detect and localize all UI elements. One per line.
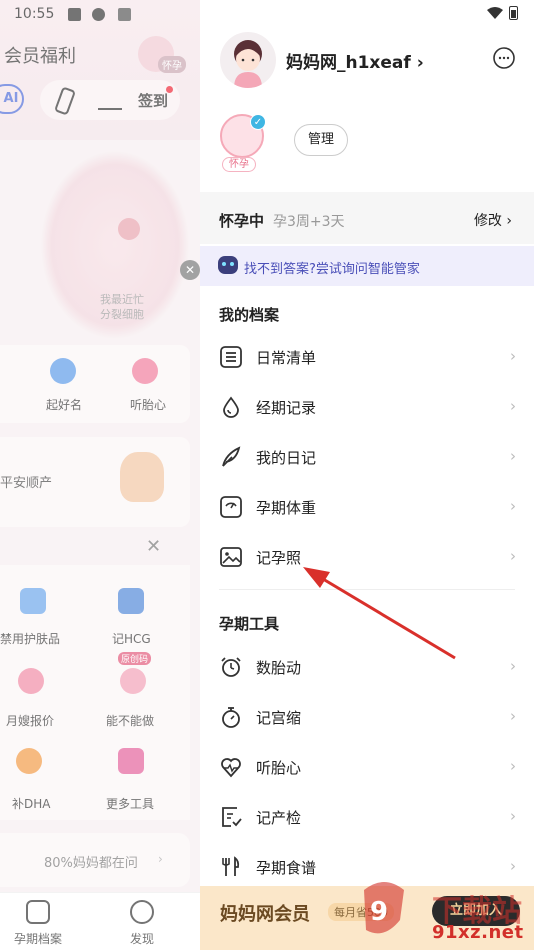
battery-icon xyxy=(509,6,518,20)
chevron-right-icon: › xyxy=(510,707,516,725)
menu-item-fetal-heart[interactable]: 听胎心 › xyxy=(200,744,534,790)
pregnancy-week: 孕3周+3天 xyxy=(273,214,345,230)
chat-icon[interactable] xyxy=(492,46,516,70)
menu-item-kick-count[interactable]: 数胎动 › xyxy=(200,644,534,690)
menu-item-label: 日常清单 xyxy=(256,349,317,367)
menu-item-label: 听胎心 xyxy=(256,759,302,777)
stopwatch-icon xyxy=(222,707,240,728)
edit-button[interactable]: 修改 › xyxy=(474,210,512,230)
check-icon: ✓ xyxy=(250,114,266,130)
drop-icon xyxy=(223,396,239,418)
scale-icon xyxy=(220,496,242,518)
photo-icon xyxy=(220,547,242,567)
chevron-right-icon: › xyxy=(510,347,516,365)
side-drawer: 妈妈网_h1xeaf › ✓ 怀孕 管理 怀孕中 孕3周+3天 修改 › 找不到… xyxy=(200,0,534,950)
cutlery-icon xyxy=(222,856,240,876)
menu-item-label: 记产检 xyxy=(256,809,302,827)
chevron-right-icon: › xyxy=(510,657,516,675)
watermark-logo-icon: 9 xyxy=(364,882,404,934)
pregnancy-status: 怀孕中 xyxy=(219,212,265,230)
chevron-right-icon: › xyxy=(510,857,516,875)
username[interactable]: 妈妈网_h1xeaf › xyxy=(286,48,424,73)
wifi-icon xyxy=(487,7,503,19)
membership-title: 妈妈网会员 xyxy=(220,904,310,925)
user-avatar[interactable] xyxy=(220,32,276,88)
list-icon xyxy=(220,346,242,368)
menu-item-diary[interactable]: 我的日记 › xyxy=(200,434,534,480)
menu-item-label: 经期记录 xyxy=(256,399,317,417)
section-title-my-records: 我的档案 xyxy=(219,306,280,324)
menu-item-label: 孕期体重 xyxy=(256,499,317,517)
menu-item-label: 孕期食谱 xyxy=(256,859,317,877)
heartbeat-icon xyxy=(221,758,241,778)
menu-item-checkup[interactable]: 记产检 › xyxy=(200,794,534,840)
chevron-right-icon: › xyxy=(510,397,516,415)
manage-button[interactable]: 管理 xyxy=(294,124,348,156)
status-icons xyxy=(487,6,518,20)
menu-item-daily-list[interactable]: 日常清单 › xyxy=(200,334,534,380)
menu-item-contractions[interactable]: 记宫缩 › xyxy=(200,694,534,740)
menu-item-period-record[interactable]: 经期记录 › xyxy=(200,384,534,430)
watermark-site: 91xz.net xyxy=(432,922,524,943)
menu-item-label: 记宫缩 xyxy=(256,709,302,727)
alarm-icon xyxy=(221,657,241,677)
chevron-right-icon: › xyxy=(510,497,516,515)
section-title-tools: 孕期工具 xyxy=(219,615,280,633)
checklist-icon xyxy=(222,807,242,827)
menu-item-label: 数胎动 xyxy=(256,659,302,677)
chevron-right-icon: › xyxy=(510,757,516,775)
ai-assistant-text[interactable]: 找不到答案?尝试询问智能管家 xyxy=(244,258,420,277)
menu-item-label: 我的日记 xyxy=(256,449,317,467)
chevron-right-icon: › xyxy=(510,807,516,825)
baby-status-tag: 怀孕 xyxy=(222,157,256,172)
section-divider xyxy=(219,589,515,590)
menu-item-weight[interactable]: 孕期体重 › xyxy=(200,484,534,530)
menu-item-pregnancy-photo[interactable]: 记孕照 › xyxy=(200,534,534,580)
chevron-right-icon: › xyxy=(510,447,516,465)
feather-icon xyxy=(222,446,241,467)
menu-item-label: 记孕照 xyxy=(256,549,302,567)
chevron-right-icon: › xyxy=(510,547,516,565)
svg-text:9: 9 xyxy=(370,897,388,927)
robot-icon xyxy=(218,256,238,274)
